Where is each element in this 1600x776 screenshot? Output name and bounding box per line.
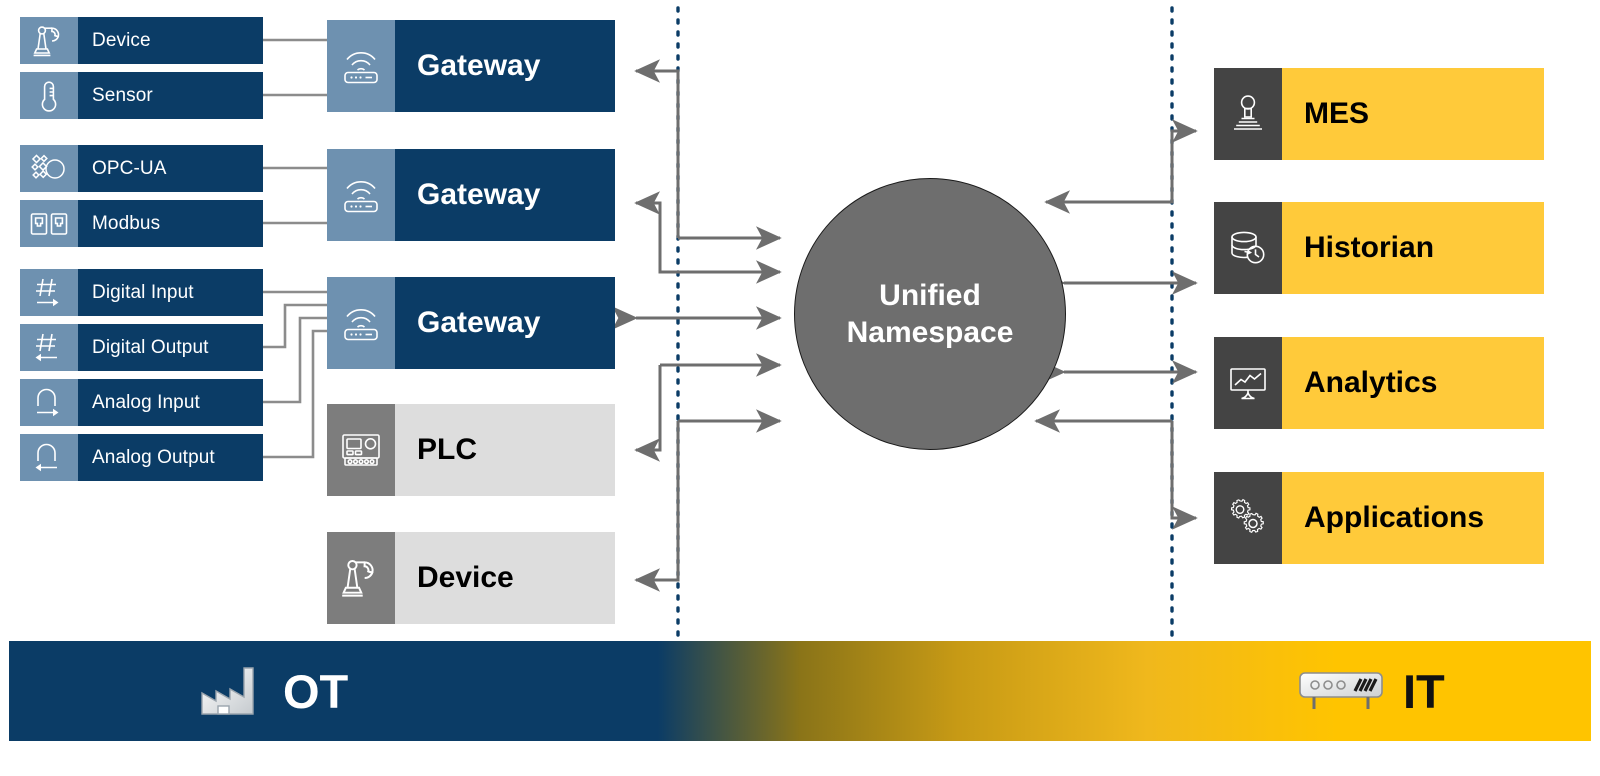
source-label: Device: [78, 17, 263, 64]
modbus-port-icon: [20, 200, 78, 247]
node-label: Gateway: [395, 277, 615, 369]
arrow-uns-to-device: [634, 421, 680, 592]
source-block-sensor[interactable]: Sensor: [20, 72, 263, 119]
node-label: Device: [395, 532, 615, 624]
thermometer-icon: [20, 72, 78, 119]
chart-monitor-icon: [1214, 337, 1282, 429]
ot-label: OT: [283, 664, 349, 718]
it-node-label: Historian: [1282, 202, 1544, 294]
unified-namespace-hub[interactable]: Unified Namespace: [794, 178, 1066, 450]
source-label: Modbus: [78, 200, 263, 247]
source-block-digital-output[interactable]: Digital Output: [20, 324, 263, 371]
it-label: IT: [1403, 664, 1445, 718]
arrow-uns-to-gateway2: [634, 191, 678, 274]
mes-icon: [1214, 68, 1282, 160]
it-node-applications[interactable]: Applications: [1214, 472, 1544, 564]
source-label: Digital Output: [78, 324, 263, 371]
source-label: OPC-UA: [78, 145, 263, 192]
source-block-digital-input[interactable]: Digital Input: [20, 269, 263, 316]
it-bar-group: IT: [1297, 641, 1445, 741]
source-to-node-links: [263, 38, 327, 459]
node-label: Gateway: [395, 20, 615, 112]
factory-icon: [199, 665, 265, 717]
digital-output-icon: [20, 324, 78, 371]
arrow-uns-to-plc: [634, 365, 662, 462]
uns-line-2: Namespace: [846, 316, 1014, 349]
source-block-analog-input[interactable]: Analog Input: [20, 379, 263, 426]
node-label: Gateway: [395, 149, 615, 241]
arrow-uns-to-applications: [1170, 421, 1198, 530]
source-label: Digital Input: [78, 269, 263, 316]
source-block-modbus[interactable]: Modbus: [20, 200, 263, 247]
robot-arm-icon: [327, 532, 395, 624]
unified-namespace-text: Unified Namespace: [847, 277, 1014, 352]
source-block-device[interactable]: Device: [20, 17, 263, 64]
gears-icon: [1214, 472, 1282, 564]
it-node-analytics[interactable]: Analytics: [1214, 337, 1544, 429]
arrow-uns-to-gateway1: [634, 59, 680, 238]
database-clock-icon: [1214, 202, 1282, 294]
it-node-label: Analytics: [1282, 337, 1544, 429]
it-node-label: Applications: [1282, 472, 1544, 564]
node-plc[interactable]: PLC: [327, 404, 615, 496]
node-gateway-3[interactable]: Gateway: [327, 277, 615, 369]
node-gateway-2[interactable]: Gateway: [327, 149, 615, 241]
analog-output-icon: [20, 434, 78, 481]
plc-panel-icon: [327, 404, 395, 496]
server-rack-icon: [1297, 670, 1385, 712]
source-block-analog-output[interactable]: Analog Output: [20, 434, 263, 481]
source-label: Sensor: [78, 72, 263, 119]
node-gateway-1[interactable]: Gateway: [327, 20, 615, 112]
diagram-canvas: Device Sensor OPC-UA Modbus Digital Inpu…: [0, 0, 1600, 776]
ot-bar-group: OT: [199, 641, 348, 741]
hub-left-arrows: [612, 59, 782, 592]
source-label: Analog Input: [78, 379, 263, 426]
arrow-uns-to-mes: [1046, 119, 1198, 204]
robot-arm-icon: [20, 17, 78, 64]
digital-input-icon: [20, 269, 78, 316]
it-node-label: MES: [1282, 68, 1544, 160]
it-node-mes[interactable]: MES: [1214, 68, 1544, 160]
wifi-router-icon: [327, 149, 395, 241]
wifi-router-icon: [327, 277, 395, 369]
node-device[interactable]: Device: [327, 532, 615, 624]
wifi-router-icon: [327, 20, 395, 112]
ot-it-gradient-bar: OT IT: [9, 641, 1591, 741]
source-label: Analog Output: [78, 434, 263, 481]
source-block-opcua[interactable]: OPC-UA: [20, 145, 263, 192]
opc-ua-icon: [20, 145, 78, 192]
node-label: PLC: [395, 404, 615, 496]
uns-line-1: Unified: [879, 278, 981, 312]
it-node-historian[interactable]: Historian: [1214, 202, 1544, 294]
analog-input-icon: [20, 379, 78, 426]
